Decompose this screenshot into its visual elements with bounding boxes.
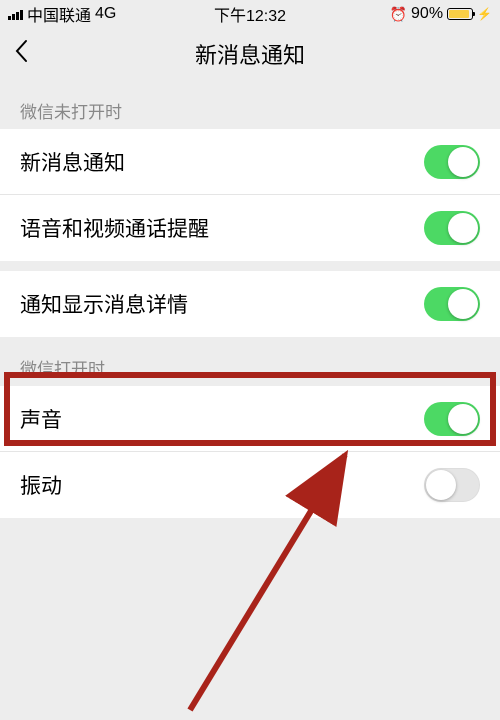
page-title: 新消息通知: [195, 38, 305, 70]
switch-vibrate[interactable]: [424, 468, 480, 502]
status-right: ⏰ 90% ⚡: [390, 5, 492, 23]
status-time: 下午12:32: [214, 2, 286, 26]
cell-group-detail: 通知显示消息详情: [0, 271, 500, 337]
signal-icon: [8, 8, 23, 20]
switch-knob: [448, 213, 478, 243]
back-button[interactable]: [14, 38, 28, 70]
alarm-icon: ⏰: [390, 6, 407, 23]
status-left: 中国联通 4G: [8, 2, 116, 26]
nav-bar: 新消息通知: [0, 28, 500, 80]
section-header-open: 微信打开时: [0, 337, 500, 386]
cell-sound: 声音: [0, 386, 500, 452]
cell-group-closed: 新消息通知 语音和视频通话提醒: [0, 129, 500, 261]
switch-sound[interactable]: [424, 402, 480, 436]
cell-label: 通知显示消息详情: [20, 289, 188, 319]
cell-show-message-detail: 通知显示消息详情: [0, 271, 500, 337]
chevron-left-icon: [14, 39, 28, 63]
switch-show-message-detail[interactable]: [424, 287, 480, 321]
carrier-label: 中国联通: [27, 2, 91, 26]
charging-icon: ⚡: [477, 7, 492, 21]
battery-icon: [447, 8, 473, 20]
cell-voice-video-call-alert: 语音和视频通话提醒: [0, 195, 500, 261]
network-label: 4G: [95, 5, 116, 23]
cell-label: 声音: [20, 404, 62, 434]
cell-label: 振动: [20, 470, 62, 500]
switch-knob: [448, 404, 478, 434]
cell-group-open: 声音 振动: [0, 386, 500, 518]
cell-vibrate: 振动: [0, 452, 500, 518]
switch-voice-video-call-alert[interactable]: [424, 211, 480, 245]
switch-knob: [426, 470, 456, 500]
switch-knob: [448, 147, 478, 177]
cell-label: 语音和视频通话提醒: [20, 213, 209, 243]
cell-label: 新消息通知: [20, 147, 125, 177]
switch-knob: [448, 289, 478, 319]
section-header-closed: 微信未打开时: [0, 80, 500, 129]
battery-percent: 90%: [411, 5, 443, 23]
status-bar: 中国联通 4G 下午12:32 ⏰ 90% ⚡: [0, 0, 500, 28]
switch-new-message-notification[interactable]: [424, 145, 480, 179]
cell-new-message-notification: 新消息通知: [0, 129, 500, 195]
